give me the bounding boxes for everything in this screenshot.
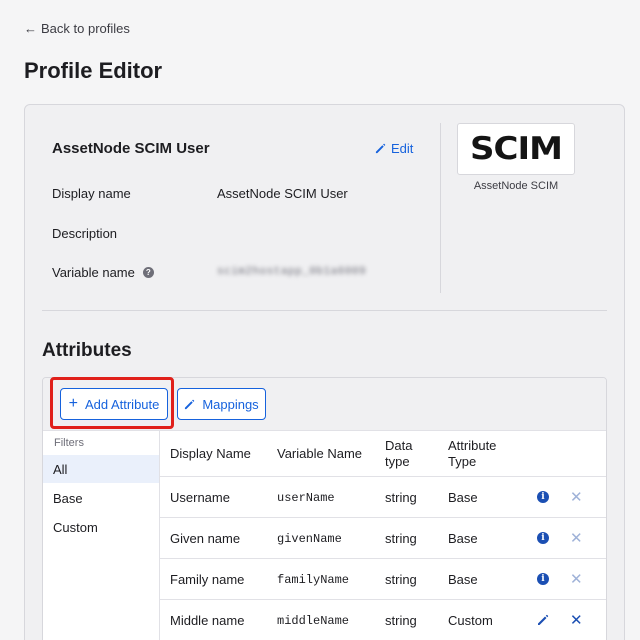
display-name-value: AssetNode SCIM User — [217, 186, 348, 201]
table-row: Username userName string Base i ✕ — [160, 477, 606, 518]
profile-name: AssetNode SCIM User — [52, 140, 210, 157]
add-attribute-button[interactable]: + Add Attribute — [60, 388, 168, 420]
info-icon[interactable]: i — [537, 532, 549, 544]
variable-name-label-row: Variable name ? — [52, 265, 154, 280]
close-icon[interactable]: ✕ — [570, 611, 583, 629]
edit-profile-button[interactable]: Edit — [375, 141, 413, 156]
row-variable-name: familyName — [277, 573, 350, 587]
column-display-name: Display Name — [170, 446, 251, 461]
vertical-divider — [440, 123, 441, 293]
row-data-type: string — [385, 531, 417, 546]
column-data-type-line2: type — [385, 454, 410, 469]
row-variable-name: userName — [277, 491, 335, 505]
column-data-type: Data type — [385, 438, 412, 470]
close-icon[interactable]: ✕ — [570, 529, 583, 547]
column-attribute-type-line2: Type — [448, 454, 477, 469]
pencil-icon[interactable] — [537, 614, 549, 626]
row-display-name: Middle name — [170, 613, 245, 628]
edit-label: Edit — [391, 141, 414, 156]
filter-item-custom[interactable]: Custom — [43, 513, 159, 541]
attributes-toolbar: + Add Attribute Mappings — [43, 378, 606, 431]
scim-logo: SCIM — [457, 123, 575, 175]
mappings-label: Mappings — [202, 396, 259, 412]
row-display-name: Username — [170, 490, 230, 505]
row-data-type: string — [385, 613, 417, 628]
row-data-type: string — [385, 572, 417, 587]
filters-title: Filters — [54, 437, 84, 449]
row-attribute-type: Custom — [448, 613, 493, 628]
info-icon[interactable]: i — [537, 491, 549, 503]
attributes-title: Attributes — [42, 340, 132, 361]
variable-name-value: scim2hostapp_0b1a6009 — [217, 266, 367, 278]
row-variable-name: middleName — [277, 614, 350, 628]
arrow-left-icon: ← — [24, 21, 37, 36]
column-variable-name: Variable Name — [277, 446, 363, 461]
close-icon[interactable]: ✕ — [570, 488, 583, 506]
row-attribute-type: Base — [448, 531, 478, 546]
description-label: Description — [52, 226, 118, 241]
row-display-name: Given name — [170, 531, 241, 546]
column-data-type-line1: Data — [385, 438, 413, 453]
info-icon[interactable]: i — [537, 573, 549, 585]
row-data-type: string — [385, 490, 417, 505]
row-display-name: Family name — [170, 572, 245, 587]
help-icon[interactable]: ? — [142, 267, 154, 278]
back-link-label: Back to profiles — [41, 21, 130, 36]
row-variable-name: givenName — [277, 532, 342, 546]
column-attribute-type: Attribute Type — [448, 438, 496, 470]
table-row: Given name givenName string Base i ✕ — [160, 518, 606, 559]
column-attribute-type-line1: Attribute — [448, 438, 497, 453]
display-name-label: Display name — [52, 186, 131, 201]
pencil-icon — [375, 143, 386, 154]
mappings-button[interactable]: Mappings — [177, 388, 266, 420]
plus-icon: + — [68, 395, 78, 412]
attributes-card: + Add Attribute Mappings Filters All Bas… — [42, 377, 607, 640]
table-row: Middle name middleName string Custom ✕ — [160, 600, 606, 640]
row-attribute-type: Base — [448, 572, 478, 587]
filter-item-all[interactable]: All — [43, 455, 159, 483]
table-row: Family name familyName string Base i ✕ — [160, 559, 606, 600]
logo-caption: AssetNode SCIM — [473, 180, 559, 192]
pencil-icon — [185, 399, 195, 409]
filters-panel: Filters All Base Custom — [43, 431, 160, 640]
profile-panel: AssetNode SCIM User Edit Display name As… — [24, 104, 625, 640]
row-attribute-type: Base — [448, 490, 478, 505]
page-title: Profile Editor — [24, 58, 163, 83]
variable-name-label: Variable name — [52, 265, 135, 280]
table-header: Display Name Variable Name Data type Att… — [160, 431, 606, 477]
add-attribute-label: Add Attribute — [84, 396, 160, 412]
close-icon[interactable]: ✕ — [570, 570, 583, 588]
back-to-profiles-link[interactable]: ← Back to profiles — [24, 21, 130, 36]
filter-item-base[interactable]: Base — [43, 484, 159, 512]
logo-text: SCIM — [470, 130, 563, 168]
section-divider — [42, 310, 607, 311]
